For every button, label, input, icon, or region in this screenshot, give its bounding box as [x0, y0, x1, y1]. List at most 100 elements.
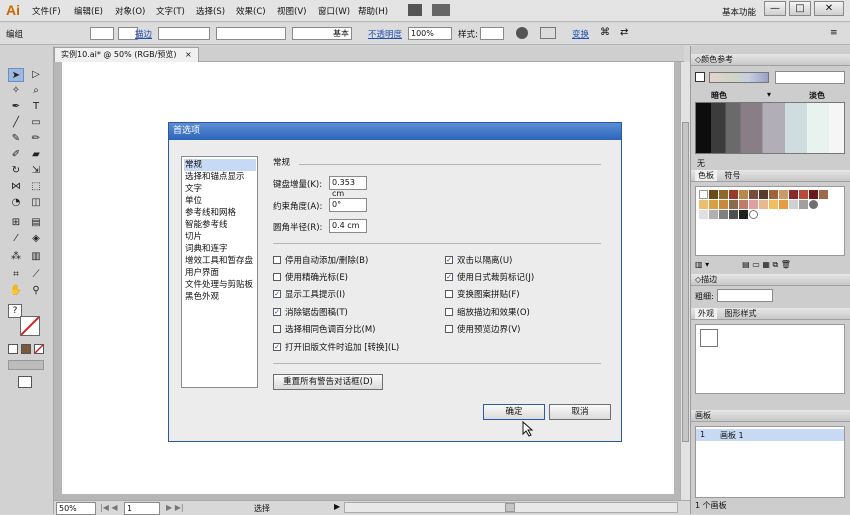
gradient-tool-icon[interactable]: ▤ — [28, 216, 44, 230]
brush-definition-dropdown[interactable]: 基本 — [292, 27, 352, 40]
option-checkbox[interactable]: ✓ — [273, 290, 281, 298]
swatch[interactable] — [769, 190, 778, 199]
menu-select[interactable]: 选择(S) — [196, 5, 225, 17]
swatch[interactable] — [719, 190, 728, 199]
swatch[interactable] — [809, 200, 818, 209]
next-artboard-icon[interactable]: ▶ ▶| — [166, 503, 184, 512]
menu-help[interactable]: 帮助(H) — [358, 5, 388, 17]
document-tab-close-icon[interactable]: × — [185, 50, 192, 59]
swatch[interactable] — [739, 190, 748, 199]
vertical-scroll-thumb[interactable] — [682, 122, 689, 442]
option-label[interactable]: 双击以隔离(U) — [457, 254, 512, 266]
artboard-tool-icon[interactable]: ⌗ — [8, 268, 24, 282]
eyedropper-tool-icon[interactable]: ⁄ — [8, 232, 24, 246]
swatch[interactable] — [779, 200, 788, 209]
harmony-rules-dropdown[interactable] — [775, 71, 845, 84]
option-checkbox[interactable]: ✓ — [445, 273, 453, 281]
swatch[interactable] — [699, 210, 708, 219]
nav-item-type[interactable]: 文字 — [184, 183, 256, 195]
swatch[interactable] — [699, 200, 708, 209]
swatch[interactable] — [779, 190, 788, 199]
swatch[interactable] — [799, 190, 808, 199]
menu-type[interactable]: 文字(T) — [156, 5, 185, 17]
swatch[interactable] — [799, 200, 808, 209]
opacity-field[interactable]: 100% — [408, 27, 452, 40]
nav-item-file-handling[interactable]: 文件处理与剪贴板 — [184, 279, 256, 291]
document-tab[interactable]: 实例10.ai* @ 50% (RGB/预览) × — [54, 47, 199, 62]
swatch[interactable] — [739, 210, 748, 219]
option-checkbox[interactable] — [273, 256, 281, 264]
default-graphic-style[interactable] — [700, 329, 718, 347]
perspective-grid-tool-icon[interactable]: ◫ — [28, 196, 44, 210]
tab-symbols[interactable]: 符号 — [722, 170, 744, 181]
bridge-icon[interactable] — [408, 4, 422, 16]
workspace-switcher[interactable]: 基本功能 — [722, 6, 756, 18]
vertical-scrollbar[interactable] — [680, 62, 690, 500]
zoom-field[interactable]: 50% — [56, 502, 96, 515]
horizontal-scrollbar[interactable] — [344, 502, 678, 513]
color-variations-grid[interactable] — [695, 102, 845, 154]
swatch[interactable] — [709, 190, 718, 199]
blend-tool-icon[interactable]: ◈ — [28, 232, 44, 246]
swatch[interactable] — [729, 200, 738, 209]
nav-item-selection-anchor[interactable]: 选择和锚点显示 — [184, 171, 256, 183]
rectangle-tool-icon[interactable]: ▭ — [28, 116, 44, 130]
nav-item-units[interactable]: 单位 — [184, 195, 256, 207]
swatches-grid[interactable] — [695, 186, 845, 256]
nav-item-hyphenation[interactable]: 词典和连字 — [184, 243, 256, 255]
swatch[interactable] — [789, 200, 798, 209]
options-icon[interactable]: ⇄ — [620, 27, 628, 38]
color-mode-icon[interactable] — [8, 344, 18, 354]
stroke-link[interactable]: 描边 — [135, 28, 152, 40]
eraser-tool-icon[interactable]: ▰ — [28, 148, 44, 162]
transform-link[interactable]: 变换 — [572, 28, 589, 40]
line-tool-icon[interactable]: ╱ — [8, 116, 24, 130]
option-checkbox[interactable] — [445, 308, 453, 316]
graphic-styles-list[interactable] — [695, 324, 845, 394]
stroke-swatch[interactable] — [20, 316, 40, 336]
ok-button[interactable]: 确定 — [483, 404, 545, 420]
restore-button[interactable]: □ — [789, 1, 811, 16]
status-menu-icon[interactable]: ▶ — [334, 502, 340, 511]
swatch[interactable] — [759, 190, 768, 199]
scale-tool-icon[interactable]: ⇲ — [28, 164, 44, 178]
swatch[interactable] — [769, 200, 778, 209]
nav-item-black-appearance[interactable]: 黑色外观 — [184, 291, 256, 303]
column-graph-tool-icon[interactable]: ▥ — [28, 250, 44, 264]
option-label[interactable]: 打开旧版文件时追加 [转换](L) — [285, 341, 399, 353]
screen-mode-icon[interactable] — [18, 376, 32, 388]
option-label[interactable]: 使用日式裁剪标记(J) — [457, 271, 534, 283]
option-label[interactable]: 选择相同色调百分比(M) — [285, 323, 375, 335]
slice-tool-icon[interactable]: ⟋ — [28, 268, 44, 282]
harmony-colors-strip[interactable] — [709, 72, 769, 83]
mesh-tool-icon[interactable]: ⊞ — [8, 216, 24, 230]
color-guide-panel-title[interactable]: ◇颜色参考 — [691, 54, 850, 66]
zoom-tool-icon[interactable]: ⚲ — [28, 284, 44, 298]
width-tool-icon[interactable]: ⋈ — [8, 180, 24, 194]
recolor-icon[interactable] — [516, 27, 528, 39]
graphic-style-dropdown[interactable] — [480, 27, 504, 40]
nav-item-plugins[interactable]: 增效工具和暂存盘 — [184, 255, 256, 267]
artboard-row[interactable]: 1 画板 1 — [696, 429, 844, 441]
lasso-tool-icon[interactable]: ⌕ — [28, 84, 44, 98]
swatch[interactable] — [729, 190, 738, 199]
paintbrush-tool-icon[interactable]: ✎ — [8, 132, 24, 146]
artboards-panel-title[interactable]: 画板 — [691, 410, 850, 422]
option-label[interactable]: 使用精确光标(E) — [285, 271, 348, 283]
menu-view[interactable]: 视图(V) — [277, 5, 306, 17]
option-label[interactable]: 显示工具提示(I) — [285, 288, 345, 300]
tab-swatches[interactable]: 色板 — [695, 170, 717, 181]
option-checkbox[interactable] — [273, 325, 281, 333]
opacity-link[interactable]: 不透明度 — [368, 28, 402, 40]
swatch[interactable] — [819, 190, 828, 199]
option-checkbox[interactable]: ✓ — [445, 256, 453, 264]
nav-item-user-interface[interactable]: 用户界面 — [184, 267, 256, 279]
symbol-sprayer-tool-icon[interactable]: ⁂ — [8, 250, 24, 264]
first-artboard-icon[interactable]: |◀ ◀ — [100, 503, 118, 512]
reset-warnings-button[interactable]: 重置所有警告对话框(D) — [273, 374, 383, 390]
swatch[interactable] — [749, 190, 758, 199]
option-checkbox[interactable] — [445, 290, 453, 298]
rotate-tool-icon[interactable]: ↻ — [8, 164, 24, 178]
option-label[interactable]: 消除锯齿图稿(T) — [285, 306, 348, 318]
option-label[interactable]: 停用自动添加/删除(B) — [285, 254, 368, 266]
